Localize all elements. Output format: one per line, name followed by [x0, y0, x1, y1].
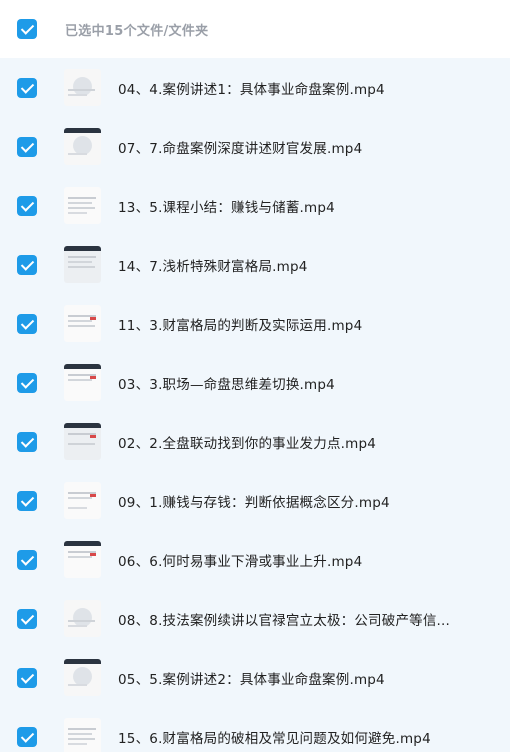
file-row[interactable]: 07、7.命盘案例深度讲述财官发展.mp4 [0, 117, 510, 176]
file-name: 03、3.职场—命盘思维差切换.mp4 [118, 376, 335, 393]
file-row[interactable]: 11、3.财富格局的判断及实际运用.mp4 [0, 294, 510, 353]
selection-header: 已选中15个文件/文件夹 [0, 0, 510, 58]
file-name: 04、4.案例讲述1：具体事业命盘案例.mp4 [118, 81, 385, 98]
file-row[interactable]: 02、2.全盘联动找到你的事业发力点.mp4 [0, 412, 510, 471]
file-row[interactable]: 04、4.案例讲述1：具体事业命盘案例.mp4 [0, 58, 510, 117]
file-name: 13、5.课程小结：赚钱与储蓄.mp4 [118, 199, 335, 216]
file-name: 07、7.命盘案例深度讲述财官发展.mp4 [118, 140, 363, 157]
file-name: 11、3.财富格局的判断及实际运用.mp4 [118, 317, 363, 334]
file-checkbox[interactable] [17, 136, 37, 157]
video-thumbnail [64, 128, 101, 165]
video-thumbnail [64, 364, 101, 401]
select-all-checkbox[interactable] [17, 19, 37, 39]
file-name: 05、5.案例讲述2：具体事业命盘案例.mp4 [118, 671, 385, 688]
file-checkbox[interactable] [17, 77, 37, 98]
file-row[interactable]: 14、7.浅析特殊财富格局.mp4 [0, 235, 510, 294]
file-checkbox[interactable] [17, 431, 37, 452]
file-checkbox[interactable] [17, 254, 37, 275]
file-row[interactable]: 09、1.赚钱与存钱：判断依据概念区分.mp4 [0, 471, 510, 530]
file-name: 15、6.财富格局的破相及常见问题及如何避免.mp4 [118, 730, 431, 747]
video-thumbnail [64, 246, 101, 283]
video-thumbnail [64, 541, 101, 578]
file-row[interactable]: 15、6.财富格局的破相及常见问题及如何避免.mp4 [0, 707, 510, 752]
file-row[interactable]: 06、6.何时易事业下滑或事业上升.mp4 [0, 530, 510, 589]
video-thumbnail [64, 718, 101, 752]
file-row[interactable]: 13、5.课程小结：赚钱与储蓄.mp4 [0, 176, 510, 235]
video-thumbnail [64, 482, 101, 519]
video-thumbnail [64, 69, 101, 106]
video-thumbnail [64, 187, 101, 224]
file-row[interactable]: 03、3.职场—命盘思维差切换.mp4 [0, 353, 510, 412]
file-name: 08、8.技法案例续讲以官禄宫立太极：公司破产等信... [118, 612, 451, 629]
file-row[interactable]: 05、5.案例讲述2：具体事业命盘案例.mp4 [0, 648, 510, 707]
video-thumbnail [64, 423, 101, 460]
file-list: 04、4.案例讲述1：具体事业命盘案例.mp4 07、7.命盘案例深度讲述财官发… [0, 58, 510, 752]
file-checkbox[interactable] [17, 372, 37, 393]
video-thumbnail [64, 659, 101, 696]
selection-count-title: 已选中15个文件/文件夹 [65, 23, 209, 39]
file-name: 06、6.何时易事业下滑或事业上升.mp4 [118, 553, 363, 570]
file-checkbox[interactable] [17, 195, 37, 216]
video-thumbnail [64, 305, 101, 342]
file-checkbox[interactable] [17, 726, 37, 747]
file-checkbox[interactable] [17, 549, 37, 570]
file-name: 09、1.赚钱与存钱：判断依据概念区分.mp4 [118, 494, 390, 511]
file-name: 02、2.全盘联动找到你的事业发力点.mp4 [118, 435, 377, 452]
file-checkbox[interactable] [17, 667, 37, 688]
file-row[interactable]: 08、8.技法案例续讲以官禄宫立太极：公司破产等信... [0, 589, 510, 648]
video-thumbnail [64, 600, 101, 637]
file-checkbox[interactable] [17, 313, 37, 334]
file-checkbox[interactable] [17, 608, 37, 629]
file-checkbox[interactable] [17, 490, 37, 511]
file-name: 14、7.浅析特殊财富格局.mp4 [118, 258, 308, 275]
